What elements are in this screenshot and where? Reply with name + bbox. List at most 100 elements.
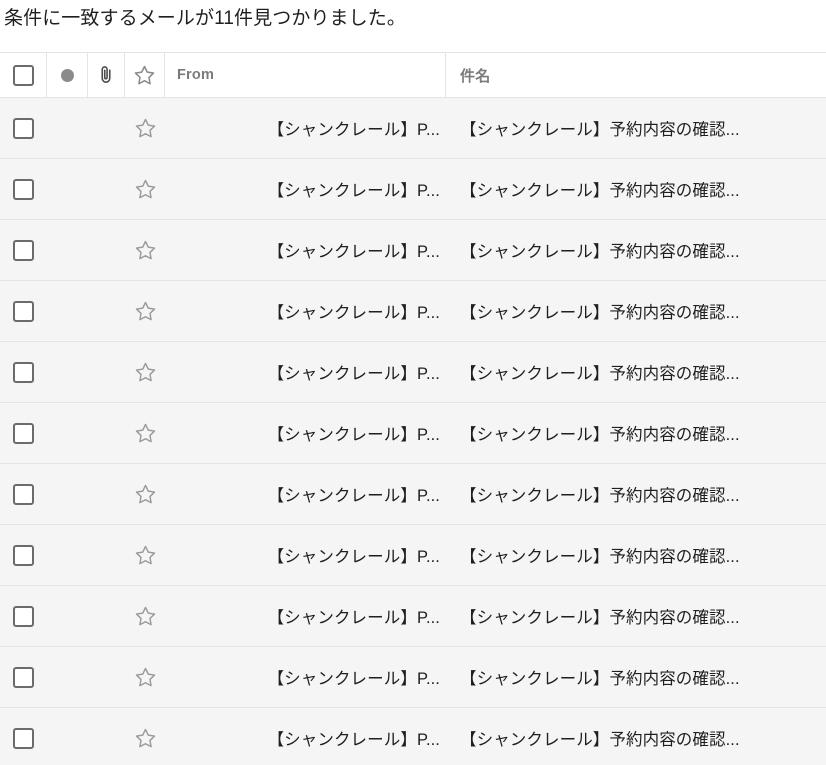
select-all-checkbox-icon[interactable] xyxy=(13,65,34,86)
row-star-cell[interactable] xyxy=(125,98,165,158)
star-icon[interactable] xyxy=(134,727,157,750)
row-select-cell[interactable] xyxy=(0,647,47,707)
row-subject-cell[interactable]: 【シャンクレール】予約内容の確認... xyxy=(446,464,826,524)
row-select-cell[interactable] xyxy=(0,281,47,341)
row-from-cell[interactable]: 【シャンクレール】P... xyxy=(165,159,446,219)
row-unread-cell[interactable] xyxy=(47,342,88,402)
table-row[interactable]: 【シャンクレール】P...【シャンクレール】予約内容の確認... xyxy=(0,220,826,281)
row-select-cell[interactable] xyxy=(0,403,47,463)
row-from-cell[interactable]: 【シャンクレール】P... xyxy=(165,342,446,402)
row-select-cell[interactable] xyxy=(0,525,47,585)
row-checkbox-icon[interactable] xyxy=(13,606,34,627)
row-checkbox-icon[interactable] xyxy=(13,240,34,261)
row-unread-cell[interactable] xyxy=(47,525,88,585)
header-from-cell[interactable]: From xyxy=(165,53,446,97)
row-subject-cell[interactable]: 【シャンクレール】予約内容の確認... xyxy=(446,342,826,402)
star-icon[interactable] xyxy=(134,666,157,689)
row-subject-cell[interactable]: 【シャンクレール】予約内容の確認... xyxy=(446,98,826,158)
table-row[interactable]: 【シャンクレール】P...【シャンクレール】予約内容の確認... xyxy=(0,647,826,708)
row-from-cell[interactable]: 【シャンクレール】P... xyxy=(165,586,446,646)
row-unread-cell[interactable] xyxy=(47,586,88,646)
row-attachment-cell[interactable] xyxy=(88,403,125,463)
star-icon[interactable] xyxy=(134,300,157,323)
table-row[interactable]: 【シャンクレール】P...【シャンクレール】予約内容の確認... xyxy=(0,342,826,403)
row-select-cell[interactable] xyxy=(0,342,47,402)
table-row[interactable]: 【シャンクレール】P...【シャンクレール】予約内容の確認... xyxy=(0,708,826,765)
header-star-cell[interactable] xyxy=(125,53,165,97)
row-attachment-cell[interactable] xyxy=(88,708,125,765)
row-unread-cell[interactable] xyxy=(47,464,88,524)
table-row[interactable]: 【シャンクレール】P...【シャンクレール】予約内容の確認... xyxy=(0,464,826,525)
row-checkbox-icon[interactable] xyxy=(13,362,34,383)
header-subject-cell[interactable]: 件名 xyxy=(446,53,826,97)
row-from-cell[interactable]: 【シャンクレール】P... xyxy=(165,220,446,280)
row-star-cell[interactable] xyxy=(125,586,165,646)
star-icon[interactable] xyxy=(134,605,157,628)
table-row[interactable]: 【シャンクレール】P...【シャンクレール】予約内容の確認... xyxy=(0,525,826,586)
star-icon[interactable] xyxy=(134,361,157,384)
row-checkbox-icon[interactable] xyxy=(13,179,34,200)
row-from-cell[interactable]: 【シャンクレール】P... xyxy=(165,708,446,765)
row-unread-cell[interactable] xyxy=(47,220,88,280)
row-unread-cell[interactable] xyxy=(47,403,88,463)
row-star-cell[interactable] xyxy=(125,342,165,402)
table-row[interactable]: 【シャンクレール】P...【シャンクレール】予約内容の確認... xyxy=(0,403,826,464)
row-star-cell[interactable] xyxy=(125,159,165,219)
row-star-cell[interactable] xyxy=(125,525,165,585)
row-from-cell[interactable]: 【シャンクレール】P... xyxy=(165,525,446,585)
row-from-cell[interactable]: 【シャンクレール】P... xyxy=(165,403,446,463)
row-unread-cell[interactable] xyxy=(47,647,88,707)
row-star-cell[interactable] xyxy=(125,403,165,463)
row-unread-cell[interactable] xyxy=(47,159,88,219)
table-row[interactable]: 【シャンクレール】P...【シャンクレール】予約内容の確認... xyxy=(0,98,826,159)
star-icon[interactable] xyxy=(134,239,157,262)
row-select-cell[interactable] xyxy=(0,98,47,158)
header-attachment-cell[interactable] xyxy=(88,53,125,97)
row-attachment-cell[interactable] xyxy=(88,586,125,646)
star-icon[interactable] xyxy=(134,117,157,140)
row-attachment-cell[interactable] xyxy=(88,220,125,280)
row-star-cell[interactable] xyxy=(125,708,165,765)
row-checkbox-icon[interactable] xyxy=(13,667,34,688)
row-attachment-cell[interactable] xyxy=(88,525,125,585)
star-icon[interactable] xyxy=(134,422,157,445)
row-subject-cell[interactable]: 【シャンクレール】予約内容の確認... xyxy=(446,586,826,646)
row-subject-cell[interactable]: 【シャンクレール】予約内容の確認... xyxy=(446,220,826,280)
row-subject-cell[interactable]: 【シャンクレール】予約内容の確認... xyxy=(446,525,826,585)
row-checkbox-icon[interactable] xyxy=(13,545,34,566)
row-subject-cell[interactable]: 【シャンクレール】予約内容の確認... xyxy=(446,647,826,707)
row-unread-cell[interactable] xyxy=(47,281,88,341)
row-subject-cell[interactable]: 【シャンクレール】予約内容の確認... xyxy=(446,708,826,765)
row-attachment-cell[interactable] xyxy=(88,342,125,402)
star-icon[interactable] xyxy=(134,483,157,506)
row-unread-cell[interactable] xyxy=(47,708,88,765)
row-select-cell[interactable] xyxy=(0,159,47,219)
row-select-cell[interactable] xyxy=(0,708,47,765)
row-attachment-cell[interactable] xyxy=(88,281,125,341)
row-select-cell[interactable] xyxy=(0,586,47,646)
row-from-cell[interactable]: 【シャンクレール】P... xyxy=(165,281,446,341)
row-subject-cell[interactable]: 【シャンクレール】予約内容の確認... xyxy=(446,281,826,341)
row-subject-cell[interactable]: 【シャンクレール】予約内容の確認... xyxy=(446,403,826,463)
row-attachment-cell[interactable] xyxy=(88,159,125,219)
header-unread-cell[interactable] xyxy=(47,53,88,97)
row-checkbox-icon[interactable] xyxy=(13,484,34,505)
row-star-cell[interactable] xyxy=(125,647,165,707)
header-select-all-cell[interactable] xyxy=(0,53,47,97)
table-row[interactable]: 【シャンクレール】P...【シャンクレール】予約内容の確認... xyxy=(0,159,826,220)
row-star-cell[interactable] xyxy=(125,281,165,341)
row-from-cell[interactable]: 【シャンクレール】P... xyxy=(165,647,446,707)
row-star-cell[interactable] xyxy=(125,464,165,524)
row-checkbox-icon[interactable] xyxy=(13,118,34,139)
row-attachment-cell[interactable] xyxy=(88,464,125,524)
row-select-cell[interactable] xyxy=(0,464,47,524)
row-checkbox-icon[interactable] xyxy=(13,301,34,322)
row-attachment-cell[interactable] xyxy=(88,647,125,707)
row-subject-cell[interactable]: 【シャンクレール】予約内容の確認... xyxy=(446,159,826,219)
table-row[interactable]: 【シャンクレール】P...【シャンクレール】予約内容の確認... xyxy=(0,281,826,342)
row-select-cell[interactable] xyxy=(0,220,47,280)
row-star-cell[interactable] xyxy=(125,220,165,280)
row-from-cell[interactable]: 【シャンクレール】P... xyxy=(165,464,446,524)
star-icon[interactable] xyxy=(134,178,157,201)
row-checkbox-icon[interactable] xyxy=(13,423,34,444)
